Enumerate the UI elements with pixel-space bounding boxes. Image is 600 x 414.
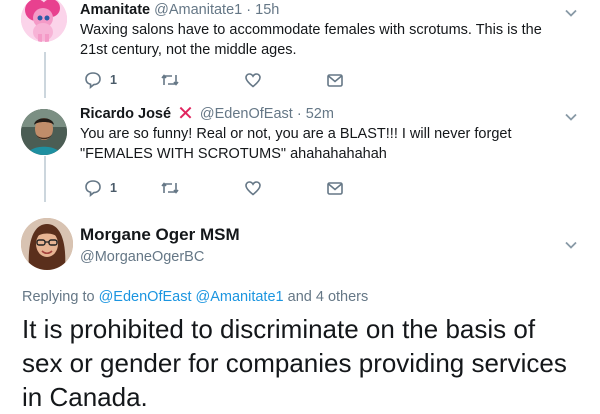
tweet-text: You are so funny! Real or not, you are a…	[80, 126, 512, 162]
author-handle[interactable]: @EdenOfEast	[200, 106, 293, 122]
retweet-icon	[161, 74, 179, 86]
author-handle[interactable]: @MorganeOgerBC	[80, 249, 204, 265]
retweet-icon	[161, 182, 179, 194]
tweet-actions: 1	[80, 70, 380, 90]
reply-icon	[85, 72, 101, 89]
tweet[interactable]: Amanitate @Amanitate1 · 15h Waxing salon…	[0, 0, 600, 98]
replying-suffix[interactable]: and 4 others	[288, 289, 369, 305]
author-handle[interactable]: @Amanitate1	[154, 2, 242, 18]
chevron-down-icon[interactable]	[564, 6, 578, 20]
person-avatar-icon	[21, 218, 73, 270]
like-button[interactable]	[244, 70, 262, 90]
avatar[interactable]	[21, 218, 73, 270]
reply-button[interactable]: 1	[84, 178, 117, 198]
avatar[interactable]	[21, 0, 67, 42]
reply-button[interactable]: 1	[84, 70, 117, 90]
author-name[interactable]: Amanitate	[80, 2, 150, 18]
pony-avatar-icon	[21, 0, 67, 42]
retweet-button[interactable]	[160, 178, 180, 198]
envelope-icon	[327, 74, 343, 87]
tweet-time[interactable]: 52m	[306, 106, 334, 122]
reply-count: 1	[110, 73, 117, 87]
tweet-actions: 1	[80, 178, 380, 198]
separator-dot: ·	[296, 106, 302, 122]
reply-icon	[85, 180, 101, 197]
reply-target-link[interactable]: @Amanitate1	[196, 289, 284, 305]
reply-target-link[interactable]: @EdenOfEast	[99, 289, 192, 305]
message-button[interactable]	[326, 178, 344, 198]
like-button[interactable]	[244, 178, 262, 198]
avatar[interactable]	[21, 109, 67, 155]
tweet-time[interactable]: 15h	[255, 2, 279, 18]
person-avatar-icon	[21, 109, 67, 155]
tweet-thread: Amanitate @Amanitate1 · 15h Waxing salon…	[0, 0, 600, 414]
reply-count: 1	[110, 181, 117, 195]
main-tweet-text: It is prohibited to discriminate on the …	[22, 314, 567, 412]
chevron-down-icon[interactable]	[564, 238, 578, 252]
tweet[interactable]: Ricardo José ✕ @EdenOfEast · 52m You are…	[0, 104, 600, 204]
heart-icon	[245, 181, 261, 196]
author-name[interactable]: Morgane Oger MSM	[80, 225, 240, 245]
replying-to-line: Replying to @EdenOfEast @Amanitate1 and …	[22, 289, 368, 305]
chevron-down-icon[interactable]	[564, 110, 578, 124]
author-name[interactable]: Ricardo José	[80, 106, 171, 122]
separator-dot: ·	[246, 2, 252, 18]
retweet-button[interactable]	[160, 70, 180, 90]
cross-mark-icon: ✕	[177, 103, 194, 125]
envelope-icon	[327, 182, 343, 195]
tweet-text: Waxing salons have to accommodate female…	[80, 22, 542, 58]
heart-icon	[245, 73, 261, 88]
replying-prefix: Replying to	[22, 289, 95, 305]
message-button[interactable]	[326, 70, 344, 90]
